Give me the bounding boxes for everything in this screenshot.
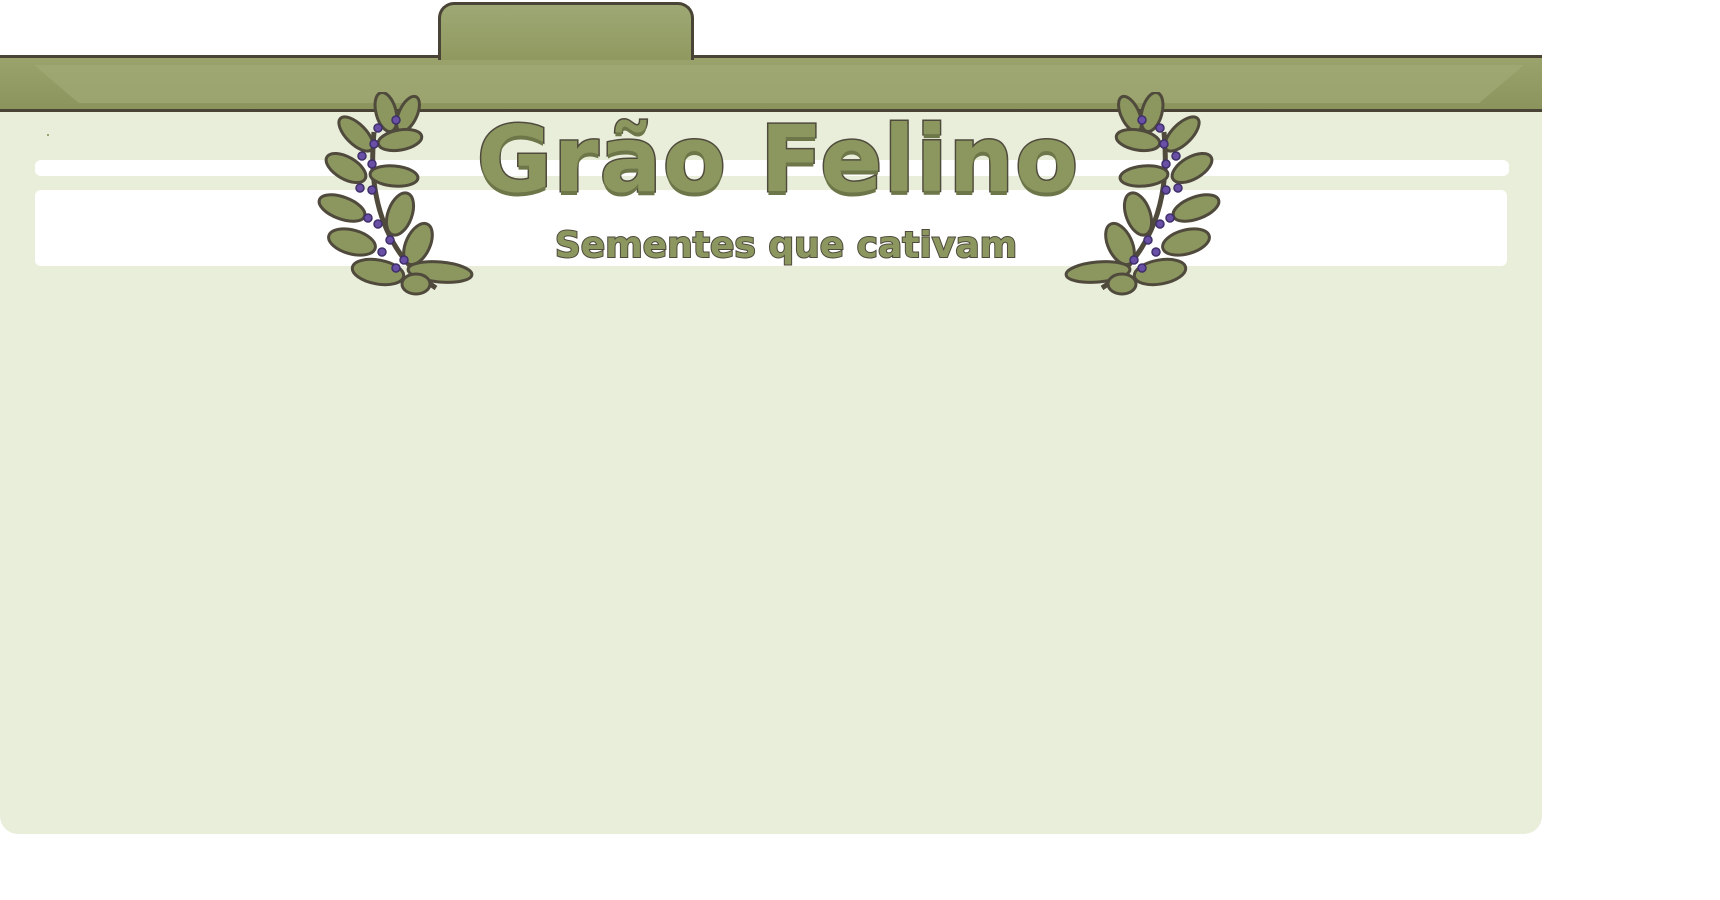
brand-title: Grão Felino [475,106,1080,213]
laurel-right-icon [1064,92,1221,296]
brand-subtitle: Sementes que cativam [554,225,1018,266]
decorative-dot [47,134,49,136]
header-tab[interactable] [438,2,694,60]
app-window: Grão Felino Sementes que cativam [0,0,1720,900]
brand-logo: Grão Felino Sementes que cativam [316,92,1222,298]
